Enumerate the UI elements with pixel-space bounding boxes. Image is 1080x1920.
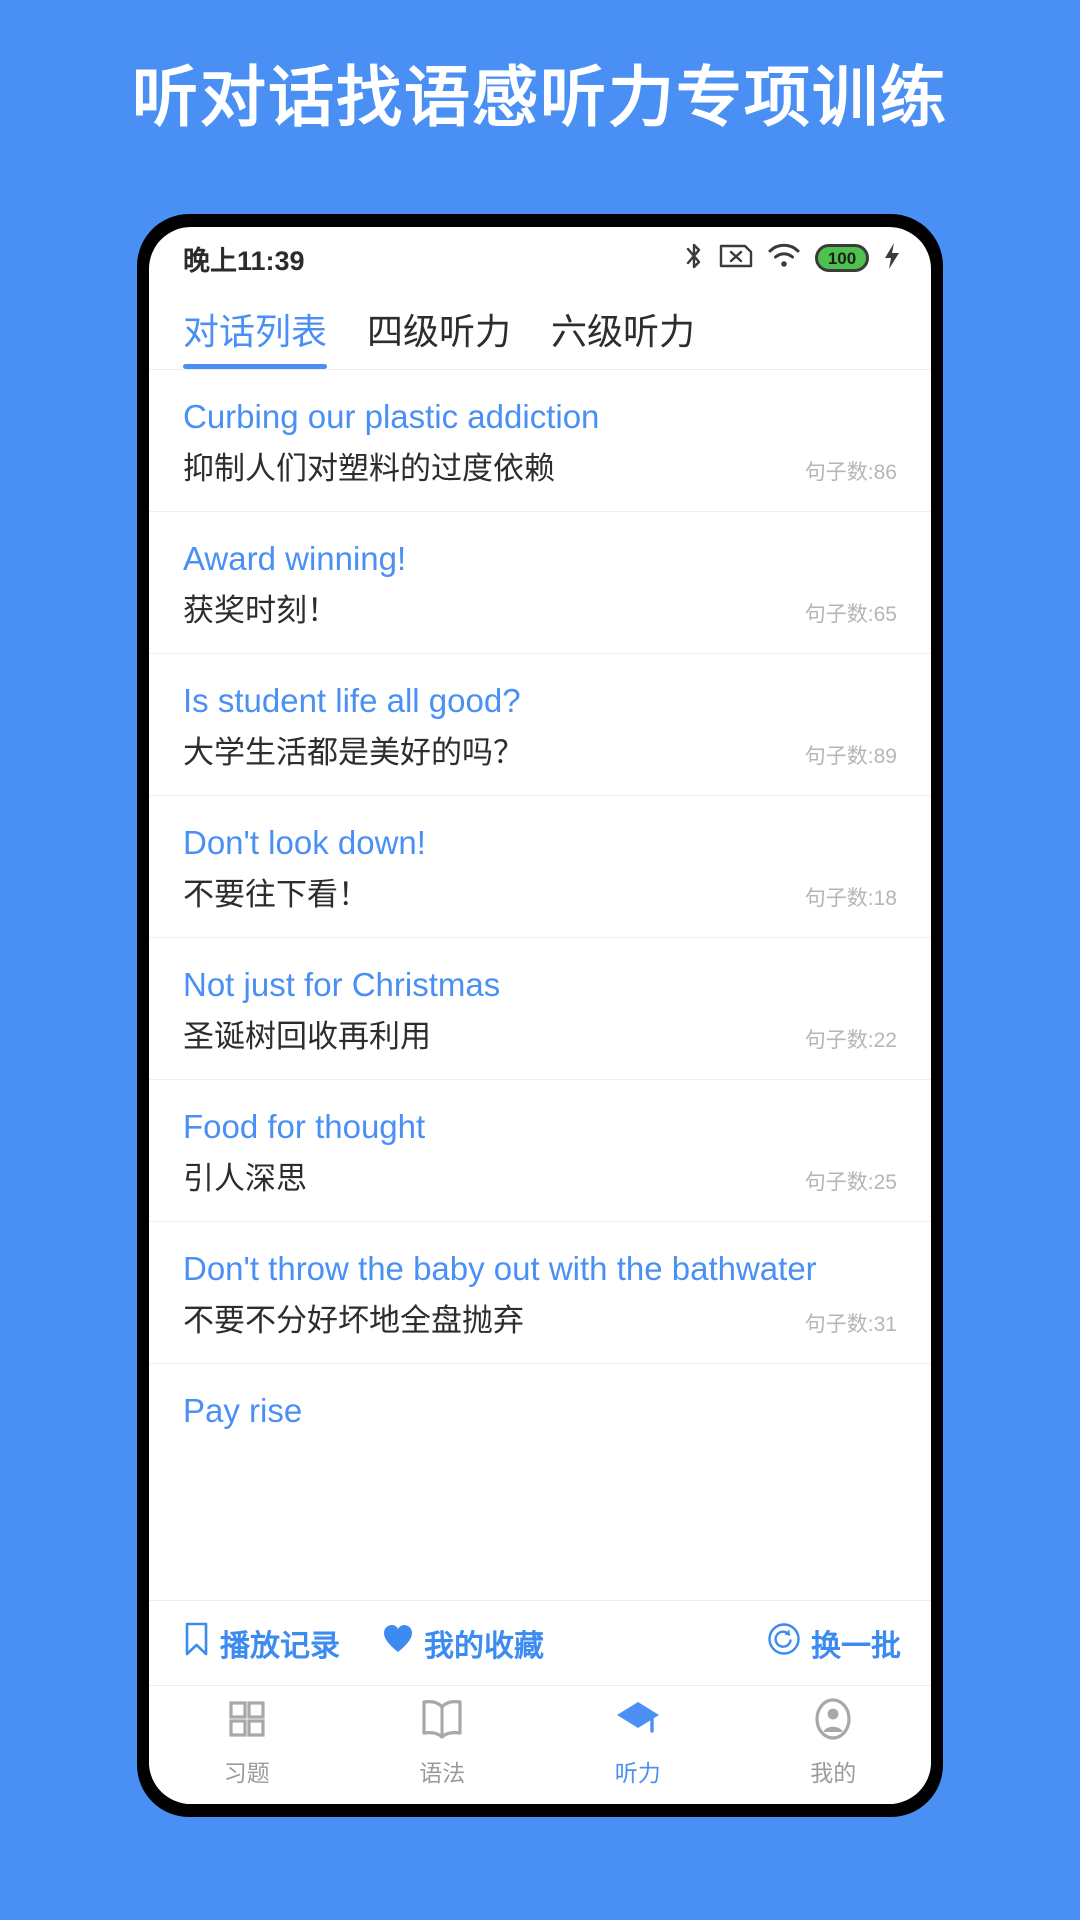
status-icons: 100 xyxy=(683,241,901,276)
list-item[interactable]: Pay rise xyxy=(149,1364,931,1466)
bottom-nav: 习题 语法 听力 我的 xyxy=(149,1686,931,1804)
my-favorites-label: 我的收藏 xyxy=(424,1630,544,1663)
sim-card-off-icon xyxy=(719,243,753,274)
list-item-sentence-count: 句子数:89 xyxy=(804,744,897,768)
nav-label-exercises: 习题 xyxy=(223,1759,270,1786)
graduation-cap-icon xyxy=(614,1697,662,1746)
list-item-title-en: Is student life all good? xyxy=(183,681,521,719)
list-item-title-zh: 抑制人们对塑料的过度依赖 xyxy=(183,451,555,487)
list-item-sentence-count: 句子数:86 xyxy=(804,460,897,484)
list-item[interactable]: Not just for Christmas 圣诞树回收再利用 句子数:22 xyxy=(149,938,931,1080)
tab-cet4-listening[interactable]: 四级听力 xyxy=(367,303,511,369)
bluetooth-icon xyxy=(683,241,705,276)
bookmark-icon xyxy=(183,1622,210,1664)
list-item-title-en: Not just for Christmas xyxy=(183,965,501,1003)
list-item-sentence-count: 句子数:31 xyxy=(804,1312,897,1336)
list-item-sentence-count: 句子数:18 xyxy=(804,886,897,910)
list-item-title-zh: 不要不分好坏地全盘抛弃 xyxy=(183,1303,524,1339)
list-item-title-en: Don't look down! xyxy=(183,823,426,861)
status-bar: 晚上11:39 100 xyxy=(149,227,931,289)
list-item[interactable]: Food for thought 引人深思 句子数:25 xyxy=(149,1080,931,1222)
tab-cet6-listening[interactable]: 六级听力 xyxy=(551,303,695,369)
phone-frame: 晚上11:39 100 对话列表 四级听力 六级听力 Curbing our p… xyxy=(137,214,943,1817)
refresh-batch-button[interactable]: 换一批 xyxy=(767,1621,901,1665)
list-item-title-zh: 引人深思 xyxy=(183,1161,307,1197)
list-item-title-en: Food for thought xyxy=(183,1107,426,1145)
battery-level: 100 xyxy=(827,248,857,268)
list-item-title-zh: 圣诞树回收再利用 xyxy=(183,1019,431,1055)
phone-screen: 晚上11:39 100 对话列表 四级听力 六级听力 Curbing our p… xyxy=(149,227,931,1804)
list-item-meta: 引人深思 句子数:25 xyxy=(183,1160,897,1199)
list-item[interactable]: Don't throw the baby out with the bathwa… xyxy=(149,1222,931,1364)
battery-icon: 100 xyxy=(815,244,869,272)
charging-bolt-icon xyxy=(883,242,901,275)
nav-label-listening: 听力 xyxy=(614,1759,661,1786)
list-item[interactable]: Don't look down! 不要往下看！ 句子数:18 xyxy=(149,796,931,938)
banner: 听对话找语感听力专项训练 xyxy=(0,58,1080,137)
wifi-icon xyxy=(767,243,801,274)
dialogue-list[interactable]: Curbing our plastic addiction 抑制人们对塑料的过度… xyxy=(149,370,931,1600)
list-item[interactable]: Curbing our plastic addiction 抑制人们对塑料的过度… xyxy=(149,370,931,512)
nav-label-profile: 我的 xyxy=(810,1759,857,1786)
list-item-meta: 获奖时刻！ 句子数:65 xyxy=(183,592,897,631)
grid-icon xyxy=(225,1697,269,1746)
play-history-label: 播放记录 xyxy=(220,1630,340,1663)
list-item-title-zh: 获奖时刻！ xyxy=(183,593,338,629)
my-favorites-button[interactable]: 我的收藏 xyxy=(382,1621,544,1665)
tab-dialogue-list[interactable]: 对话列表 xyxy=(183,303,328,369)
nav-item-exercises[interactable]: 习题 xyxy=(149,1697,345,1788)
list-item[interactable]: Is student life all good? 大学生活都是美好的吗？ 句子… xyxy=(149,654,931,796)
refresh-icon xyxy=(767,1622,801,1664)
heart-icon xyxy=(382,1624,414,1662)
page-root: 听对话找语感听力专项训练 晚上11:39 100 对话列表 四级听力 六级听力 … xyxy=(0,0,1080,1920)
tab-bar[interactable]: 对话列表 四级听力 六级听力 xyxy=(149,289,931,370)
list-item-title-en: Don't throw the baby out with the bathwa… xyxy=(183,1249,817,1287)
list-item-meta: 不要往下看！ 句子数:18 xyxy=(183,876,897,915)
list-item[interactable]: Award winning! 获奖时刻！ 句子数:65 xyxy=(149,512,931,654)
list-item-sentence-count: 句子数:25 xyxy=(804,1170,897,1194)
nav-item-profile[interactable]: 我的 xyxy=(736,1697,932,1788)
list-item-title-en: Curbing our plastic addiction xyxy=(183,398,600,435)
user-circle-icon xyxy=(811,1697,855,1746)
nav-item-grammar[interactable]: 语法 xyxy=(345,1697,541,1788)
book-icon xyxy=(419,1697,465,1746)
action-bar: 播放记录 我的收藏 换一批 xyxy=(149,1600,931,1686)
nav-item-listening[interactable]: 听力 xyxy=(540,1697,736,1788)
list-item-title-zh: 大学生活都是美好的吗？ xyxy=(183,735,524,771)
list-item-meta: 大学生活都是美好的吗？ 句子数:89 xyxy=(183,734,897,773)
list-item-sentence-count: 句子数:65 xyxy=(804,602,897,626)
list-item-meta: 不要不分好坏地全盘抛弃 句子数:31 xyxy=(183,1302,897,1341)
nav-label-grammar: 语法 xyxy=(419,1759,466,1786)
status-time: 晚上11:39 xyxy=(183,245,305,276)
list-item-title-en: Pay rise xyxy=(183,1391,303,1429)
refresh-batch-label: 换一批 xyxy=(811,1630,901,1663)
list-item-title-en: Award winning! xyxy=(183,539,407,577)
list-item-sentence-count: 句子数:22 xyxy=(804,1028,897,1052)
list-item-meta: 抑制人们对塑料的过度依赖 句子数:86 xyxy=(183,450,897,489)
banner-title: 听对话找语感听力专项训练 xyxy=(132,60,948,134)
list-item-meta: 圣诞树回收再利用 句子数:22 xyxy=(183,1018,897,1057)
list-item-title-zh: 不要往下看！ xyxy=(183,877,369,913)
play-history-button[interactable]: 播放记录 xyxy=(183,1621,340,1665)
